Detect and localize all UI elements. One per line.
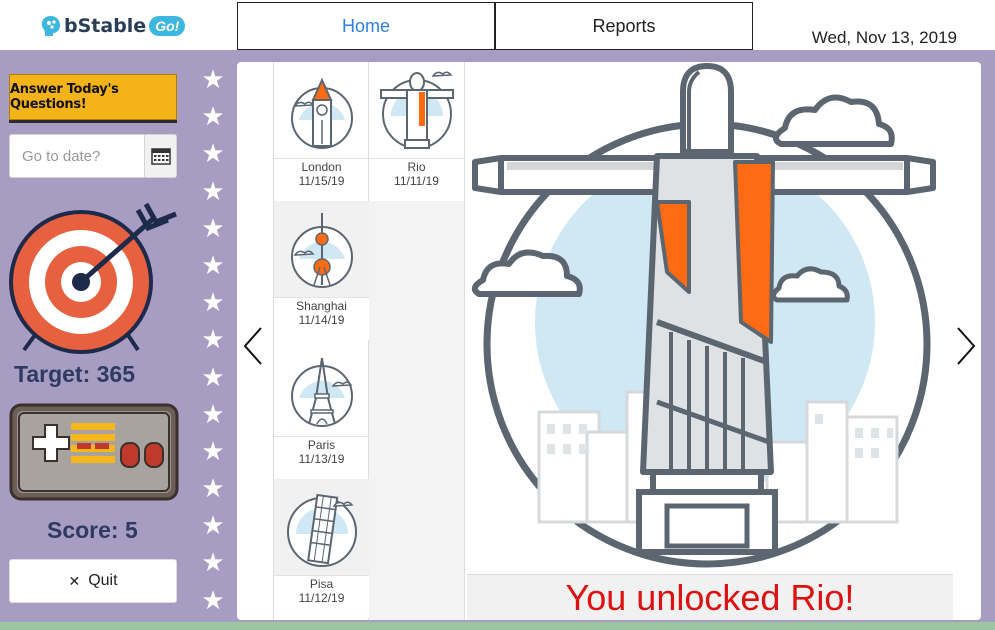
answer-questions-label: Answer Today's Questions! [10, 82, 119, 112]
target-dartboard-icon [9, 202, 177, 354]
star-icon: ★ [201, 510, 225, 541]
thumbnail-city: Pisa [309, 577, 334, 591]
thumbnail-city: London [301, 160, 342, 174]
chevron-left-icon[interactable] [241, 326, 267, 366]
thumbnail-city: Shanghai [296, 299, 347, 313]
gamepad-icon [9, 403, 179, 501]
star-icon: ★ [201, 361, 225, 392]
thumbnail-column-right: Rio 11/11/19 [369, 62, 465, 620]
rio-christ-redeemer-icon [369, 62, 464, 158]
paris-eiffel-tower-icon [274, 340, 369, 436]
rio-christ-redeemer-illustration [471, 63, 936, 568]
quit-label: Quit [88, 572, 118, 589]
thumbnail-city: Paris [307, 438, 336, 452]
close-icon: ✕ [68, 572, 81, 589]
unlocked-cities-gallery: London 11/15/19 Shanghai 11/14/19 Paris … [237, 62, 981, 620]
tab-home[interactable]: Home [237, 2, 495, 50]
goto-date-input[interactable] [10, 135, 144, 177]
star-icon: ★ [201, 212, 225, 243]
thumbnail-pisa[interactable]: Pisa 11/12/19 [274, 479, 369, 618]
star-icon: ★ [201, 547, 225, 578]
thumbnail-shanghai[interactable]: Shanghai 11/14/19 [274, 201, 369, 340]
tab-reports[interactable]: Reports [495, 2, 753, 50]
score-label: Score: 5 [47, 517, 138, 543]
star-icon: ★ [201, 249, 225, 280]
thumbnail-caption: Rio 11/11/19 [369, 158, 464, 201]
thumbnail-caption: Paris 11/13/19 [274, 436, 369, 479]
answer-questions-button[interactable]: Answer Today's Questions! [9, 74, 177, 120]
thumbnail-rio[interactable]: Rio 11/11/19 [369, 62, 464, 201]
target-label: Target: 365 [14, 361, 136, 387]
app-header: bStable Go! Home Reports Wed, Nov 13, 20… [0, 0, 995, 50]
london-bigben-icon [274, 62, 369, 158]
thumbnail-date: 11/12/19 [298, 591, 345, 605]
current-date: Wed, Nov 13, 2019 [811, 28, 957, 47]
empty-slot-area [369, 201, 464, 620]
thumbnail-city: Rio [407, 160, 426, 174]
thumbnail-date: 11/15/19 [298, 174, 345, 188]
goto-date-field [9, 134, 177, 178]
star-icon: ★ [201, 138, 225, 169]
chevron-right-icon[interactable] [952, 326, 978, 366]
star-icon: ★ [201, 101, 225, 132]
star-icon: ★ [201, 473, 225, 504]
star-icon: ★ [201, 435, 225, 466]
thumbnail-date: 11/13/19 [298, 452, 345, 466]
thumbnail-column-left: London 11/15/19 Shanghai 11/14/19 Paris … [273, 62, 369, 620]
calendar-icon[interactable] [144, 135, 176, 177]
thumbnail-date: 11/11/19 [394, 174, 439, 188]
brain-head-icon [41, 16, 60, 36]
star-icon: ★ [201, 287, 225, 318]
logo-brand-text: bStable [64, 15, 147, 37]
star-icon: ★ [201, 175, 225, 206]
thumbnail-caption: Shanghai 11/14/19 [274, 297, 369, 340]
thumbnail-london[interactable]: London 11/15/19 [274, 62, 369, 201]
thumbnail-caption: Pisa 11/12/19 [274, 575, 369, 618]
unlock-message: You unlocked Rio! [467, 574, 953, 620]
star-icon: ★ [201, 64, 225, 94]
star-icon: ★ [201, 584, 225, 615]
star-icon: ★ [201, 324, 225, 355]
shanghai-pearl-tower-icon [274, 201, 369, 297]
star-column: ★ ★ ★ ★ ★ ★ ★ ★ ★ ★ ★ ★ ★ ★ ★ [198, 64, 228, 622]
thumbnail-date: 11/14/19 [298, 313, 345, 327]
thumbnail-caption: London 11/15/19 [274, 158, 369, 201]
thumbnail-paris[interactable]: Paris 11/13/19 [274, 340, 369, 479]
star-icon: ★ [201, 398, 225, 429]
app-logo[interactable]: bStable Go! [40, 12, 186, 40]
quit-button[interactable]: ✕ Quit [9, 559, 177, 603]
bottom-strip [0, 622, 995, 630]
pisa-leaning-tower-icon [274, 479, 369, 575]
sidebar: Answer Today's Questions! Target: 365 [0, 50, 237, 622]
logo-go-badge: Go! [149, 16, 186, 36]
